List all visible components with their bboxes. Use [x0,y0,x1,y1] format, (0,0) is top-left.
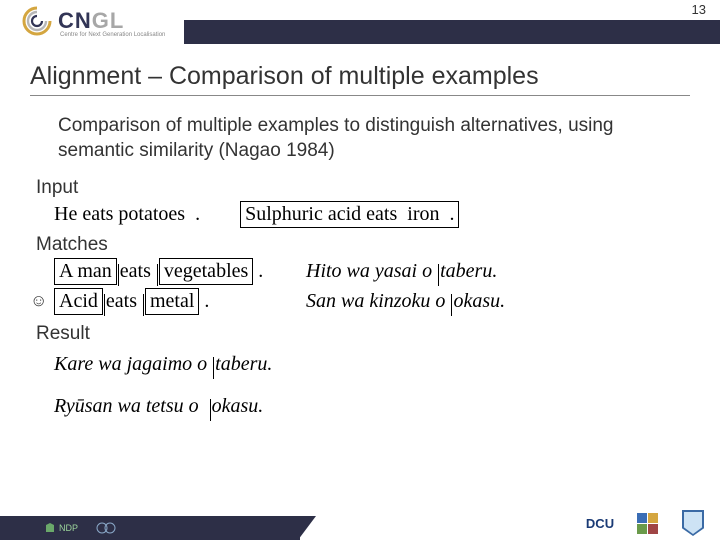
ucd-logo-icon [680,510,706,536]
match-obj-box: vegetables [159,258,253,285]
divider-icon [118,264,119,286]
result-line: Kare wa jagaimo o taberu. [54,347,690,381]
page-number: 13 [692,2,706,17]
slide-content: Alignment – Comparison of multiple examp… [0,48,720,423]
logo-mark-icon [22,6,52,36]
match-row: ☺ Acideats metal . San wa kinzoku o okas… [54,288,690,315]
match-row: A maneats vegetables . Hito wa yasai o t… [54,258,690,285]
footer-left-band: NDP [0,516,300,540]
input-example-2-boxed: Sulphuric acid eats iron . [240,201,459,228]
logo-text: CNGL [58,8,124,34]
matches-block: A maneats vegetables . Hito wa yasai o t… [36,258,690,315]
result-block: Kare wa jagaimo o taberu. Ryūsan wa tets… [54,347,690,423]
match-subj-box: Acid [54,288,103,315]
match-en: A maneats vegetables . [54,258,306,285]
divider-icon [104,294,105,316]
match-obj-box: metal [145,288,199,315]
title-underline [30,95,690,96]
smiley-icon: ☺ [30,291,47,311]
tcd-logo-icon [634,510,660,536]
slide-title: Alignment – Comparison of multiple examp… [30,62,690,91]
result-label: Result [36,323,690,345]
match-jp: San wa kinzoku o okasu. [306,290,505,313]
ndp-badge-icon: NDP [44,522,78,534]
divider-icon [438,264,439,286]
divider-icon [143,294,144,316]
input-example-1: He eats potatoes . [54,203,200,226]
divider-icon [210,399,211,421]
header-dark-band [184,20,720,44]
footer-diagonal [298,516,316,540]
dcu-logo-icon: DCU [588,510,614,536]
matches-label: Matches [36,234,690,256]
footer-logos: DCU [588,510,706,536]
description-text: Comparison of multiple examples to disti… [58,114,690,163]
logo-subtitle: Centre for Next Generation Localisation [60,32,165,38]
match-subj-box: A man [54,258,117,285]
divider-icon [213,357,214,379]
header-bar: CNGL Centre for Next Generation Localisa… [0,0,720,48]
sfi-badge-icon [96,522,118,534]
footer-bar: NDP DCU [0,506,720,540]
divider-icon [451,294,452,316]
divider-icon [157,264,158,286]
match-en: Acideats metal . [54,288,306,315]
match-jp: Hito wa yasai o taberu. [306,260,497,283]
result-line: Ryūsan wa tetsu o okasu. [54,389,690,423]
input-examples: He eats potatoes . Sulphuric acid eats i… [54,201,690,228]
input-label: Input [36,177,690,199]
